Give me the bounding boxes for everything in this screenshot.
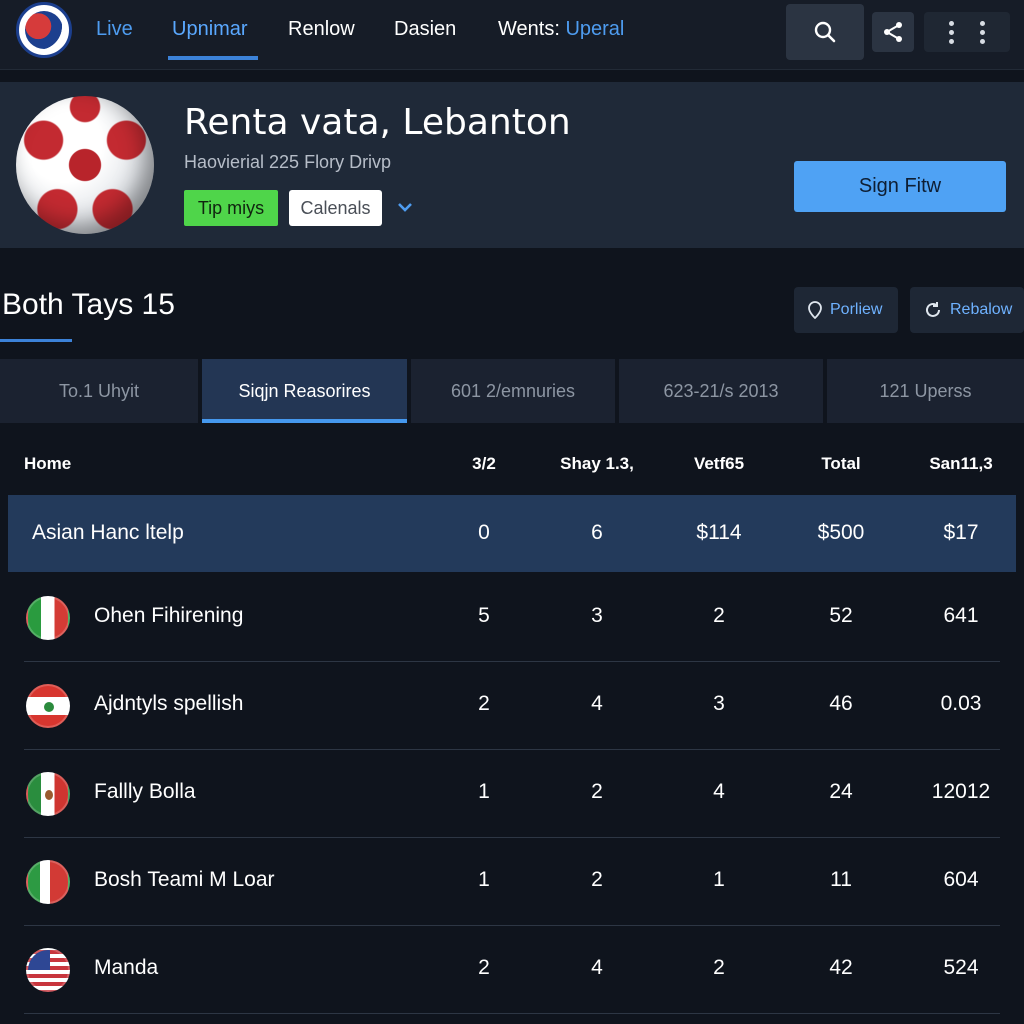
nav-upnimar[interactable]: Upnimar xyxy=(172,14,248,44)
cell-c4: 11 xyxy=(830,868,852,891)
cell-c5: 641 xyxy=(943,604,979,627)
cell-c2: 4 xyxy=(591,956,603,979)
tab-5[interactable]: 121 Uperss xyxy=(827,359,1024,423)
portview-button[interactable]: Porliew xyxy=(794,287,898,333)
cell-c1: 5 xyxy=(478,604,490,627)
cell-c2: 3 xyxy=(591,604,603,627)
cell-c4: $500 xyxy=(817,521,865,544)
cell-c1: 1 xyxy=(478,868,490,891)
flag-icon xyxy=(26,596,70,640)
rebalow-button[interactable]: Rebalow xyxy=(910,287,1024,333)
section-title-underline xyxy=(0,339,72,342)
soccer-ball-image xyxy=(16,96,154,234)
flag-icon xyxy=(26,860,70,904)
flag-icon xyxy=(26,948,70,992)
cell-c3: $114 xyxy=(696,521,742,544)
active-nav-indicator xyxy=(168,56,258,60)
column-header-5[interactable]: San11,3 xyxy=(911,454,1011,474)
cell-c3: 2 xyxy=(713,956,725,979)
flag-icon xyxy=(26,684,70,728)
team-name: Ohen Fihirening xyxy=(94,604,244,627)
search-button[interactable] xyxy=(786,4,864,60)
nav-live[interactable]: Live xyxy=(96,14,133,44)
top-navigation-bar: Live Upnimar Renlow Dasien Wents: Uperal xyxy=(0,0,1024,70)
column-header-total[interactable]: Total xyxy=(791,454,891,474)
team-name: Fallly Bolla xyxy=(94,780,196,803)
rebalow-label: Rebalow xyxy=(950,301,1013,318)
flag-icon xyxy=(26,772,70,816)
more-icon xyxy=(949,20,954,44)
more-icon-secondary xyxy=(980,20,985,44)
cell-c3: 3 xyxy=(713,692,725,715)
cell-c1: 1 xyxy=(478,780,490,803)
cell-c2: 4 xyxy=(591,692,603,715)
cell-c1: 0 xyxy=(478,521,490,544)
cell-c4: 52 xyxy=(829,604,853,627)
share-icon xyxy=(884,22,902,42)
tab-4[interactable]: 623-21/s 2013 xyxy=(619,359,823,423)
column-header-2[interactable]: Shay 1.3, xyxy=(547,454,647,474)
cell-c5: 12012 xyxy=(931,780,991,803)
row-name: Asian Hanc ltelp xyxy=(32,521,184,544)
cell-c5: 524 xyxy=(943,956,979,979)
nav-wents-label: Wents: xyxy=(498,18,560,40)
tab-3[interactable]: 601 2/emnuries xyxy=(411,359,615,423)
cell-c4: 42 xyxy=(829,956,853,979)
table-row[interactable]: Bosh Teami M Loar 1 2 1 11 604 xyxy=(24,838,1000,926)
table-row[interactable]: Fallly Bolla 1 2 4 24 12012 xyxy=(24,750,1000,838)
nav-renlow[interactable]: Renlow xyxy=(288,14,355,44)
nav-wents-accent: Uperal xyxy=(565,18,625,40)
column-header-home[interactable]: Home xyxy=(24,454,71,474)
section-title: Both Tays 15 xyxy=(2,288,175,321)
table-row[interactable]: Manda 2 4 2 42 524 xyxy=(24,926,1000,1014)
nav-dasien[interactable]: Dasien xyxy=(394,14,456,44)
cell-c2: 6 xyxy=(591,521,603,544)
logo-emblem xyxy=(25,11,63,49)
table-row-highlight[interactable]: Asian Hanc ltelp 0 6 $114 $500 $17 xyxy=(8,495,1016,572)
cell-c4: 24 xyxy=(829,780,853,803)
chevron-down-icon[interactable] xyxy=(396,198,414,216)
sign-button[interactable]: Sign Fitw xyxy=(794,161,1006,212)
cell-c2: 2 xyxy=(591,868,603,891)
site-logo[interactable] xyxy=(16,2,72,58)
cell-c4: 46 xyxy=(829,692,853,715)
cell-c5: 0.03 xyxy=(940,692,982,715)
tips-tag[interactable]: Tip miys xyxy=(184,190,278,226)
portview-label: Porliew xyxy=(830,301,883,318)
table-row[interactable]: Ajdntyls spellish 2 4 3 46 0.03 xyxy=(24,662,1000,750)
tab-2-active[interactable]: Siqjn Reasorires xyxy=(202,359,407,423)
refresh-icon xyxy=(926,302,940,317)
cell-c5: $17 xyxy=(943,521,979,544)
tab-1[interactable]: To.1 Uhyit xyxy=(0,359,198,423)
team-name: Bosh Teami M Loar xyxy=(94,868,275,891)
page-subtitle: Haovierial 225 Flory Drivp xyxy=(184,152,392,172)
column-header-1[interactable]: 3/2 xyxy=(434,454,534,474)
share-button[interactable] xyxy=(872,12,914,52)
table-header: Home 3/2 Shay 1.3, Vetf65 Total San11,3 xyxy=(0,440,1024,490)
more-options-button[interactable] xyxy=(924,12,1010,52)
cell-c2: 2 xyxy=(591,780,603,803)
cell-c5: 604 xyxy=(943,868,979,891)
team-name: Manda xyxy=(94,956,159,979)
search-icon xyxy=(814,21,836,43)
page-title: Renta vata, Lebanton xyxy=(184,102,571,143)
nav-wents[interactable]: Wents: Uperal xyxy=(498,14,624,44)
cell-c3: 4 xyxy=(713,780,725,803)
team-name: Ajdntyls spellish xyxy=(94,692,244,715)
table-row[interactable]: Ohen Fihirening 5 3 2 52 641 xyxy=(24,574,1000,662)
calendars-dropdown[interactable]: Calenals xyxy=(289,190,382,226)
cell-c1: 2 xyxy=(478,692,490,715)
column-header-3[interactable]: Vetf65 xyxy=(669,454,769,474)
cell-c1: 2 xyxy=(478,956,490,979)
cell-c3: 1 xyxy=(713,868,725,891)
cell-c3: 2 xyxy=(713,604,725,627)
location-pin-icon xyxy=(808,301,822,319)
